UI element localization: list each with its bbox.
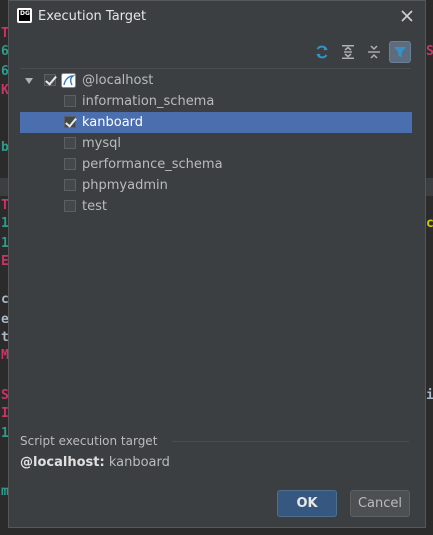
root-checkbox[interactable] xyxy=(44,74,56,86)
tree-item-information-schema[interactable]: information_schema xyxy=(20,91,412,112)
target-host: @localhost: xyxy=(20,455,105,470)
schema-label: kanboard xyxy=(82,115,144,130)
toolbar-divider xyxy=(20,68,411,69)
expand-arrow-icon[interactable] xyxy=(24,76,34,86)
filter-button[interactable] xyxy=(389,41,411,63)
tree-item-test[interactable]: test xyxy=(20,196,412,217)
tree-item-mysql[interactable]: mysql xyxy=(20,133,412,154)
refresh-icon xyxy=(316,45,328,59)
datagrip-icon: DG xyxy=(17,8,32,23)
schema-checkbox[interactable] xyxy=(64,137,76,149)
database-tree: @localhost information_schema kanboard mys… xyxy=(20,70,412,217)
tree-item-phpmyadmin[interactable]: phpmyadmin xyxy=(20,175,412,196)
mysql-datasource-icon xyxy=(61,73,76,88)
editor-fragment: S xyxy=(426,44,433,59)
schema-checkbox[interactable] xyxy=(64,200,76,212)
editor-fragment: c xyxy=(426,216,433,231)
footer-divider xyxy=(172,441,409,442)
expand-all-button[interactable] xyxy=(337,41,359,63)
execution-target-value: @localhost: kanboard xyxy=(20,455,170,470)
schema-label: test xyxy=(82,199,107,214)
schema-label: mysql xyxy=(82,136,121,151)
collapse-all-button[interactable] xyxy=(363,41,385,63)
script-target-label: Script execution target xyxy=(20,434,158,448)
filter-icon xyxy=(394,47,406,58)
schema-checkbox[interactable] xyxy=(64,116,76,128)
tree-root-localhost[interactable]: @localhost xyxy=(20,70,412,91)
execution-target-dialog: DG Execution Target @localhost informati… xyxy=(8,0,426,528)
schema-checkbox[interactable] xyxy=(64,158,76,170)
cancel-button[interactable]: Cancel xyxy=(350,490,410,517)
schema-checkbox[interactable] xyxy=(64,95,76,107)
tree-children: information_schema kanboard mysql performan… xyxy=(20,91,412,217)
editor-fragment: i xyxy=(426,388,433,403)
target-database: kanboard xyxy=(108,455,170,470)
collapse-all-icon xyxy=(368,45,380,59)
schema-checkbox[interactable] xyxy=(64,179,76,191)
ok-button[interactable]: OK xyxy=(277,490,337,517)
tree-toolbar xyxy=(311,41,411,63)
schema-label: information_schema xyxy=(82,94,215,109)
schema-label: phpmyadmin xyxy=(82,178,168,193)
refresh-button[interactable] xyxy=(311,41,333,63)
tree-item-kanboard[interactable]: kanboard xyxy=(20,112,412,133)
expand-all-icon xyxy=(342,45,354,59)
schema-label: performance_schema xyxy=(82,157,223,172)
tree-item-performance-schema[interactable]: performance_schema xyxy=(20,154,412,175)
title-bar: DG Execution Target xyxy=(9,1,425,32)
close-icon[interactable] xyxy=(398,7,416,25)
dialog-title: Execution Target xyxy=(38,9,147,24)
tree-root-label: @localhost xyxy=(82,73,154,88)
